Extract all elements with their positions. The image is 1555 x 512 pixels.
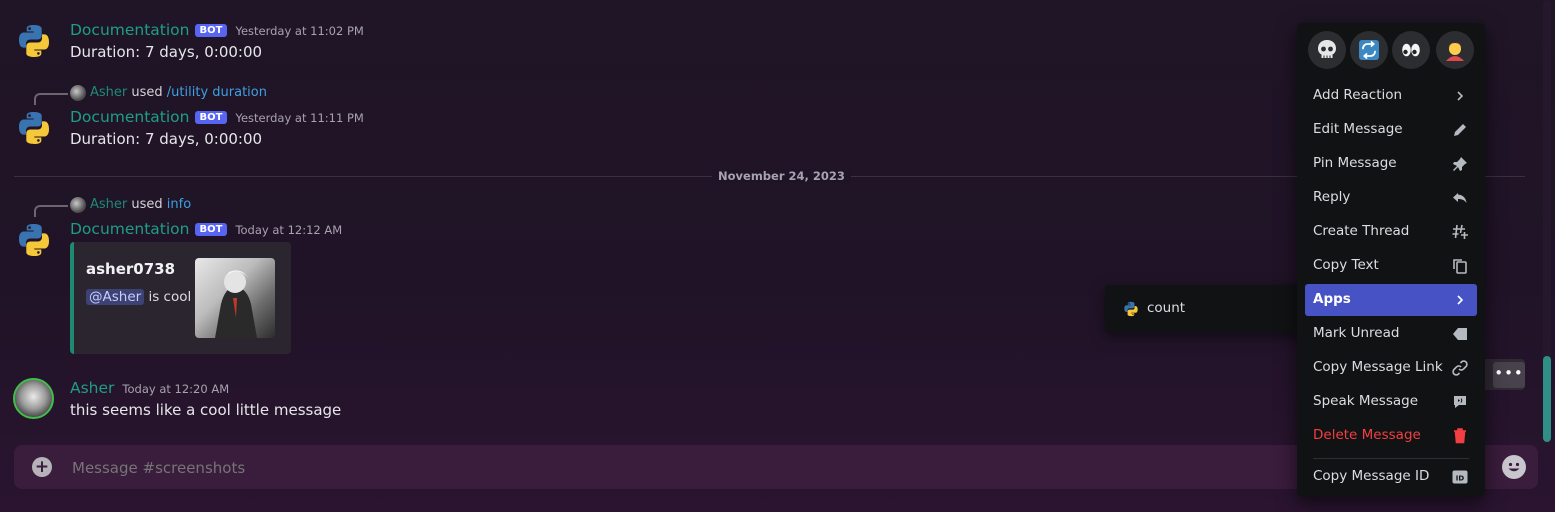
python-bot-avatar[interactable] — [16, 110, 52, 146]
message-header: Documentation BOT Yesterday at 11:02 PM — [70, 20, 364, 39]
embed-description-text: is cool — [148, 289, 192, 305]
reply-command[interactable]: /utility duration — [167, 85, 267, 100]
embed-description: @Asher is cool — [86, 289, 191, 305]
svg-text:ID: ID — [1456, 475, 1465, 483]
message-author[interactable]: Documentation — [70, 220, 190, 238]
menu-item-label: Reply — [1313, 189, 1351, 205]
menu-copy-message-link[interactable]: Copy Message Link — [1305, 352, 1477, 384]
reply-connector — [34, 205, 68, 217]
message-context-menu: Add Reaction Edit Message Pin Message Re… — [1297, 23, 1485, 497]
reply-command[interactable]: info — [167, 197, 191, 212]
menu-item-label: Copy Text — [1313, 257, 1379, 273]
reply-context: Asher used /utility duration — [90, 85, 267, 100]
trash-icon — [1454, 428, 1466, 444]
reply-avatar[interactable] — [70, 197, 86, 213]
menu-item-label: Mark Unread — [1313, 325, 1400, 341]
message-text: Duration: 7 days, 0:00:00 — [70, 130, 263, 148]
reply-connector — [34, 93, 68, 105]
message-timestamp: Yesterday at 11:11 PM — [235, 111, 364, 125]
message-author[interactable]: Documentation — [70, 108, 190, 126]
menu-item-label: Copy Message ID — [1313, 468, 1430, 484]
user-mention[interactable]: @Asher — [86, 289, 145, 305]
message-text: this seems like a cool little message — [70, 401, 342, 419]
eyes-icon — [1402, 43, 1420, 57]
reply-verb: used — [131, 197, 163, 212]
python-icon — [1123, 301, 1139, 317]
chevron-right-icon — [1457, 91, 1464, 101]
menu-apps[interactable]: Apps — [1305, 284, 1477, 316]
repeat-icon — [1359, 40, 1379, 60]
menu-speak-message[interactable]: Speak Message — [1305, 386, 1477, 418]
message-timestamp: Today at 12:20 AM — [122, 382, 230, 396]
apps-submenu: count — [1105, 285, 1305, 333]
message-header: Documentation BOT Yesterday at 11:11 PM — [70, 107, 364, 126]
menu-add-reaction[interactable]: Add Reaction — [1305, 80, 1477, 112]
add-attachment-button[interactable]: + — [32, 457, 52, 477]
bot-tag: BOT — [194, 223, 228, 236]
pencil-icon — [1454, 124, 1466, 136]
menu-create-thread[interactable]: Create Thread — [1305, 216, 1477, 248]
embed-title: asher0738 — [86, 260, 176, 278]
copy-icon — [1453, 259, 1467, 274]
python-bot-avatar[interactable] — [16, 222, 52, 258]
bot-tag: BOT — [194, 24, 228, 37]
embed-thumbnail[interactable] — [195, 258, 275, 338]
thread-icon — [1452, 224, 1468, 239]
bot-tag: BOT — [194, 111, 228, 124]
speak-icon — [1454, 396, 1466, 408]
reply-icon — [1453, 193, 1467, 203]
user-avatar[interactable] — [13, 378, 54, 419]
message-header: Documentation BOT Today at 12:12 AM — [70, 219, 342, 238]
reply-context: Asher used info — [90, 197, 191, 212]
quick-reaction-eyes[interactable] — [1392, 31, 1430, 69]
person-emoji-icon — [1446, 42, 1464, 61]
message-text: Duration: 7 days, 0:00:00 — [70, 43, 263, 61]
message-author[interactable]: Documentation — [70, 21, 190, 39]
menu-separator — [1313, 458, 1469, 459]
skull-icon — [1318, 40, 1336, 58]
menu-copy-message-id[interactable]: Copy Message ID ID — [1305, 461, 1477, 493]
menu-mark-unread[interactable]: Mark Unread — [1305, 318, 1477, 350]
menu-item-label: Edit Message — [1313, 121, 1403, 137]
menu-item-label: Apps — [1313, 291, 1351, 307]
quick-reaction-person[interactable] — [1436, 31, 1474, 69]
menu-pin-message[interactable]: Pin Message — [1305, 148, 1477, 180]
message-header: Asher Today at 12:20 AM — [70, 378, 229, 397]
message-author[interactable]: Asher — [70, 379, 114, 397]
menu-edit-message[interactable]: Edit Message — [1305, 114, 1477, 146]
message-input[interactable] — [70, 445, 1454, 491]
chevron-right-icon — [1457, 295, 1464, 305]
mark-unread-icon — [1453, 328, 1467, 340]
menu-copy-text[interactable]: Copy Text — [1305, 250, 1477, 282]
quick-reaction-skull[interactable] — [1308, 31, 1346, 69]
menu-delete-message[interactable]: Delete Message — [1305, 420, 1477, 452]
quick-reaction-repeat[interactable] — [1350, 31, 1388, 69]
menu-item-label: Create Thread — [1313, 223, 1410, 239]
menu-reply[interactable]: Reply — [1305, 182, 1477, 214]
reply-verb: used — [131, 85, 163, 100]
reply-avatar[interactable] — [70, 85, 86, 101]
menu-item-label: Add Reaction — [1313, 87, 1403, 103]
id-icon: ID — [1452, 470, 1468, 484]
pin-icon — [1453, 157, 1467, 171]
reply-author[interactable]: Asher — [90, 85, 127, 100]
scrollbar-thumb[interactable] — [1543, 356, 1551, 442]
menu-item-label: Pin Message — [1313, 155, 1397, 171]
message-timestamp: Today at 12:12 AM — [235, 223, 343, 237]
menu-item-label: Delete Message — [1313, 427, 1421, 443]
menu-item-label: Copy Message Link — [1313, 359, 1443, 375]
emoji-picker-button[interactable] — [1502, 455, 1526, 479]
submenu-item-count[interactable]: count — [1147, 300, 1185, 316]
more-options-button[interactable]: ••• — [1493, 362, 1525, 388]
python-bot-avatar[interactable] — [16, 23, 52, 59]
menu-item-label: Speak Message — [1313, 393, 1418, 409]
date-divider-label: November 24, 2023 — [712, 169, 851, 183]
message-embed: asher0738 @Asher is cool — [70, 242, 291, 354]
message-timestamp: Yesterday at 11:02 PM — [235, 24, 364, 38]
link-icon — [1452, 360, 1468, 376]
reply-author[interactable]: Asher — [90, 197, 127, 212]
